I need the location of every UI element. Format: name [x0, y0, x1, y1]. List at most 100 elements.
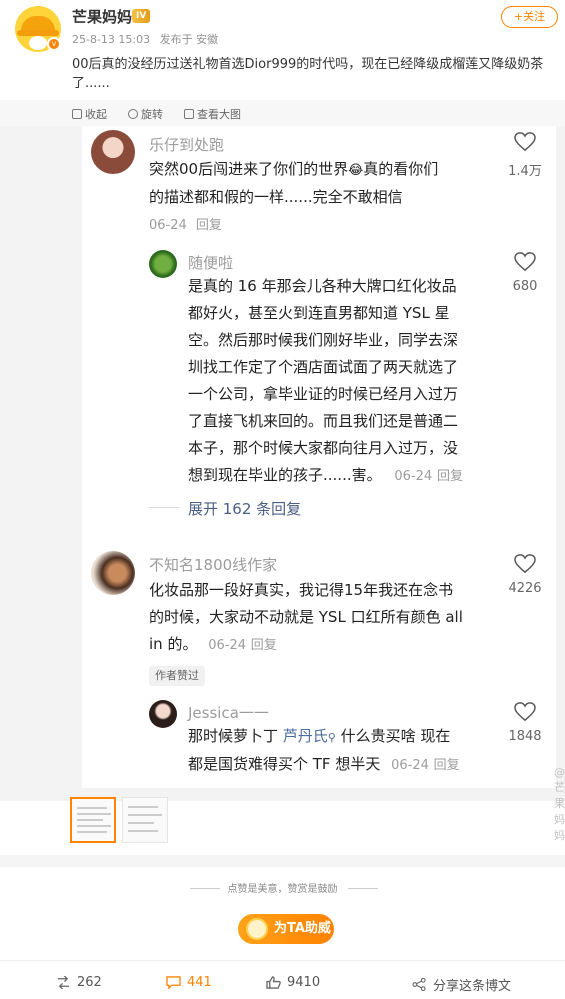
reward-button-label: 为TA助威 [274, 921, 331, 936]
watermark: @芒果妈妈 [554, 766, 565, 842]
username[interactable]: 芒果妈妈 [72, 6, 132, 27]
commenter-name[interactable]: 不知名1800线作家 [149, 554, 277, 575]
comment-text: 是真的 16 年那会儿各种大牌口红化妆品 都好火，甚至火到连直男都知道 YSL … [188, 273, 506, 490]
commenter-name[interactable]: Jessica一一 [188, 702, 269, 723]
heart-icon[interactable] [514, 702, 536, 722]
search-icon: ⚲ [327, 731, 336, 744]
comment-date: 06-24 [208, 638, 247, 653]
collapse-button[interactable]: 收起 [72, 106, 107, 122]
comment-text-span: 突然00后闯进来了你们的世界 [149, 160, 349, 178]
rotate-icon [128, 109, 138, 119]
divider [149, 507, 179, 508]
share-icon [412, 978, 426, 991]
post-image[interactable]: 乐仔到处跑 突然00后闯进来了你们的世界😂真的看你们 的描述都和假的一样....… [0, 126, 565, 842]
comment-date: 06-24 [149, 218, 187, 233]
author-liked-tag: 作者赞过 [149, 666, 205, 686]
like-count: 9410 [287, 975, 321, 990]
post-date: 25-8-13 15:03 [72, 33, 151, 46]
commenter-name[interactable]: 乐仔到处跑 [149, 134, 224, 155]
comment-date: 06-24 [391, 758, 429, 773]
level-badge: IV [132, 9, 151, 23]
comment-text-line: 的描述都和假的一样......完全不敢相信 [149, 188, 403, 206]
commenter-avatar[interactable] [149, 700, 177, 728]
thumbnail-line [77, 825, 111, 827]
comment-text-line: 一个公司，拿毕业证的时候已经月入过万 [188, 385, 459, 403]
comment-text: 那时候萝卜丁 芦丹氏⚲ 什么贵买啥 现在 都是国货难得买个 TF 想半天 06-… [188, 723, 498, 779]
reply-button[interactable]: 回复 [434, 758, 460, 773]
comment-date: 06-24 [394, 469, 433, 484]
share-button[interactable]: 分享这条博文 [412, 975, 511, 994]
comment-text-span: in 的。 [149, 635, 198, 653]
comment-text-line: 的时候，大家动不动就是 YSL 口红所有颜色 all [149, 608, 463, 626]
heart-icon[interactable] [514, 132, 536, 152]
comment-text-line: 都好火，甚至火到连直男都知道 YSL 星 [188, 304, 450, 322]
like-button[interactable]: 9410 [266, 975, 320, 990]
section-divider [0, 855, 565, 867]
expand-replies-link[interactable]: 展开 162 条回复 [188, 498, 301, 519]
comment-text-span: 想到现在毕业的孩子......害。 [188, 466, 382, 484]
comment-meta: 06-24 回复 [149, 214, 222, 233]
face-graphic [29, 36, 47, 50]
share-label: 分享这条博文 [433, 979, 512, 994]
thumbnail-2[interactable] [122, 797, 168, 843]
comment-text-line: 本子，那个时候大家都向往月入过万，没 [188, 439, 459, 457]
thumbnail-line [128, 822, 154, 824]
comment-text-line: 空。然后那时候我们刚好毕业，同学去深 [188, 331, 459, 349]
view-large-label: 查看大图 [197, 108, 241, 121]
thumbnail-line [77, 819, 103, 821]
post-text-line: 了...... [72, 76, 110, 91]
like-count: 680 [512, 279, 538, 294]
commenter-avatar[interactable] [149, 250, 177, 278]
repost-icon [57, 976, 70, 989]
collapse-icon [72, 109, 82, 119]
reward-hint: 点赞是美意，赞赏是鼓励 [227, 884, 338, 895]
search-link[interactable]: 芦丹氏 [283, 727, 328, 745]
reply-button[interactable]: 回复 [196, 218, 222, 233]
thumbnail-line [77, 813, 111, 815]
reward-button[interactable]: 为TA助威 [238, 914, 334, 944]
repost-count: 262 [77, 975, 102, 990]
verified-icon: v [47, 37, 61, 51]
comment-count: 441 [187, 975, 212, 990]
view-large-button[interactable]: 查看大图 [184, 106, 241, 122]
commenter-avatar[interactable] [91, 551, 135, 595]
comment-text-line: 了直接飞机来回的。而且我们还是普通二 [188, 412, 459, 430]
heart-icon[interactable] [514, 252, 536, 272]
magnify-icon [184, 109, 194, 119]
thumbnail-line [128, 806, 158, 808]
rotate-label: 旋转 [141, 108, 163, 121]
reply-button[interactable]: 回复 [251, 638, 277, 653]
thumbs-up-icon [266, 976, 281, 989]
comment-icon [166, 976, 181, 989]
comment-text-line: 圳找工作定了个酒店面试面了两天就选了 [188, 358, 459, 376]
comment-text-span: 真的看你们 [363, 160, 439, 178]
thumbnail-line [77, 831, 107, 833]
commenter-avatar[interactable] [91, 130, 135, 174]
comment-text-span: 那时候萝卜丁 [188, 727, 283, 745]
post-meta: 25-8-13 15:03 发布于 安徽 [72, 31, 218, 47]
comment-screenshot: 乐仔到处跑 突然00后闯进来了你们的世界😂真的看你们 的描述都和假的一样....… [82, 126, 565, 842]
repost-button[interactable]: 262 [56, 975, 102, 990]
comment-text-line: 是真的 16 年那会儿各种大牌口红化妆品 [188, 277, 457, 295]
thumbnail-1[interactable] [70, 797, 116, 843]
post-text-line: 00后真的没经历过送礼物首选Dior999的时代吗，现在已经降级成榴莲又降级奶茶 [72, 57, 544, 72]
commenter-name[interactable]: 随便啦 [188, 252, 233, 273]
laugh-emoji-icon: 😂 [348, 163, 364, 178]
comment-text-span: 什么贵买啥 现在 [335, 727, 451, 745]
reply-button[interactable]: 回复 [437, 469, 463, 484]
comment-text-line: 化妆品那一段好真实，我记得15年我还在念书 [149, 581, 454, 599]
like-count: 4226 [508, 581, 542, 596]
thumbnail-line [128, 814, 162, 816]
comment-button[interactable]: 441 [166, 975, 212, 990]
coin-icon [246, 918, 268, 940]
post-header: v 芒果妈妈 IV 25-8-13 15:03 发布于 安徽 +关注 00后真的… [0, 0, 565, 100]
follow-button[interactable]: +关注 [501, 6, 558, 28]
media-toolbar: 收起 旋转 查看大图 [0, 100, 565, 126]
post-source: 发布于 安徽 [159, 33, 219, 46]
rotate-button[interactable]: 旋转 [128, 106, 163, 122]
comment-text: 化妆品那一段好真实，我记得15年我还在念书 的时候，大家动不动就是 YSL 口红… [149, 577, 509, 659]
thumbnail-line [128, 830, 158, 832]
like-count: 1.4万 [508, 164, 542, 179]
thumbnail-line [77, 807, 107, 809]
heart-icon[interactable] [514, 554, 536, 574]
